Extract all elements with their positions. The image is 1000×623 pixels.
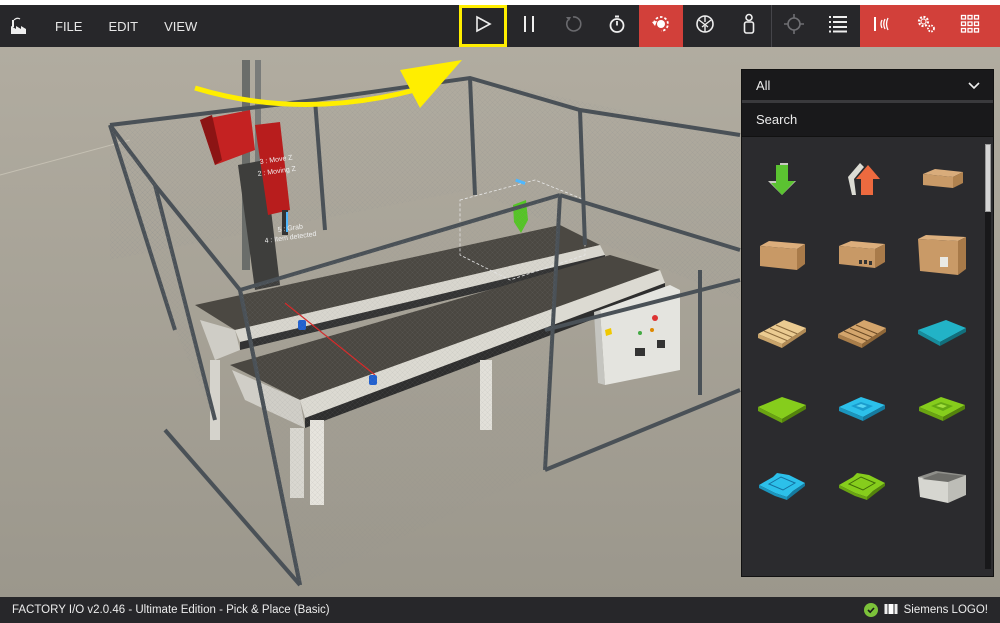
parts-palette: All (741, 69, 994, 577)
play-button[interactable] (459, 5, 507, 47)
part-blue-product-base[interactable] (822, 374, 902, 451)
emitter-green-arrow-icon (762, 159, 802, 204)
gears-icon (915, 13, 937, 40)
blue-base-icon (837, 393, 887, 432)
blue-lid-icon (757, 469, 807, 510)
fly-camera-button[interactable] (683, 5, 727, 47)
pick-button[interactable] (772, 5, 816, 47)
check-circle-icon (863, 603, 878, 617)
part-blue-raw-material[interactable] (902, 297, 982, 374)
part-emitter[interactable] (742, 143, 822, 220)
palette-button[interactable] (948, 5, 992, 47)
large-box-icon (916, 233, 968, 284)
app-title: FACTORY I/O v2.0.46 - Ultimate Edition -… (12, 604, 330, 616)
pallet-dark-icon (836, 316, 888, 355)
remover-orange-arrow-icon (842, 159, 882, 204)
part-pallet-light[interactable] (742, 297, 822, 374)
green-base-icon (917, 393, 967, 432)
pause-button[interactable] (507, 5, 551, 47)
part-medium-box-labeled[interactable] (822, 220, 902, 297)
reset-icon (563, 14, 583, 39)
crosshair-icon (783, 13, 805, 40)
part-stackable-box[interactable] (902, 451, 982, 528)
first-person-button[interactable] (727, 5, 771, 47)
medium-box-labeled-icon (837, 238, 887, 279)
menu-file[interactable]: FILE (40, 5, 95, 47)
search-input[interactable] (756, 112, 979, 127)
part-large-box[interactable] (902, 220, 982, 297)
teal-plate-icon (916, 316, 968, 355)
category-selected: All (756, 77, 771, 93)
small-box-icon (919, 164, 965, 199)
reset-button[interactable] (551, 5, 595, 47)
palette-scrollbar[interactable] (985, 144, 991, 569)
toolbar-red-edge (992, 5, 1000, 47)
list-icon (828, 15, 848, 38)
drivers-button[interactable] (904, 5, 948, 47)
orbit-camera-icon (650, 13, 672, 40)
person-icon (741, 13, 757, 40)
category-dropdown[interactable]: All (742, 70, 993, 103)
gray-crate-icon (916, 467, 968, 512)
aperture-icon (695, 14, 715, 39)
part-blue-product-lid[interactable] (742, 451, 822, 528)
search-box[interactable] (742, 103, 993, 137)
driver-status[interactable]: Siemens LOGO! (863, 603, 988, 618)
timer-button[interactable] (595, 5, 639, 47)
pause-icon (521, 15, 537, 38)
scene-list-button[interactable] (816, 5, 860, 47)
driver-name: Siemens LOGO! (903, 604, 988, 616)
pallet-light-icon (756, 316, 808, 355)
menu-edit[interactable]: EDIT (95, 5, 151, 47)
factory-logo-icon[interactable] (0, 5, 40, 47)
sensor-signal-icon (871, 14, 893, 39)
parts-grid (742, 141, 982, 528)
sensors-button[interactable] (860, 5, 904, 47)
orbit-camera-button[interactable] (639, 5, 683, 47)
status-bar: FACTORY I/O v2.0.46 - Ultimate Edition -… (0, 597, 1000, 623)
part-pallet-dark[interactable] (822, 297, 902, 374)
part-medium-box[interactable] (742, 220, 822, 297)
play-icon (474, 15, 492, 38)
menu-view[interactable]: VIEW (151, 5, 210, 47)
chevron-down-icon (968, 78, 980, 93)
plc-icon (884, 603, 898, 618)
stopwatch-icon (607, 14, 627, 39)
part-remover[interactable] (822, 143, 902, 220)
medium-box-icon (757, 238, 807, 279)
top-toolbar: FILE EDIT VIEW (0, 5, 1000, 47)
grid-icon (960, 14, 980, 39)
part-green-product-lid[interactable] (822, 451, 902, 528)
green-lid-icon (837, 469, 887, 510)
part-green-product-base[interactable] (902, 374, 982, 451)
green-plate-icon (756, 393, 808, 432)
palette-scroll-thumb[interactable] (985, 144, 991, 212)
part-small-box[interactable] (902, 143, 982, 220)
part-green-raw-material[interactable] (742, 374, 822, 451)
